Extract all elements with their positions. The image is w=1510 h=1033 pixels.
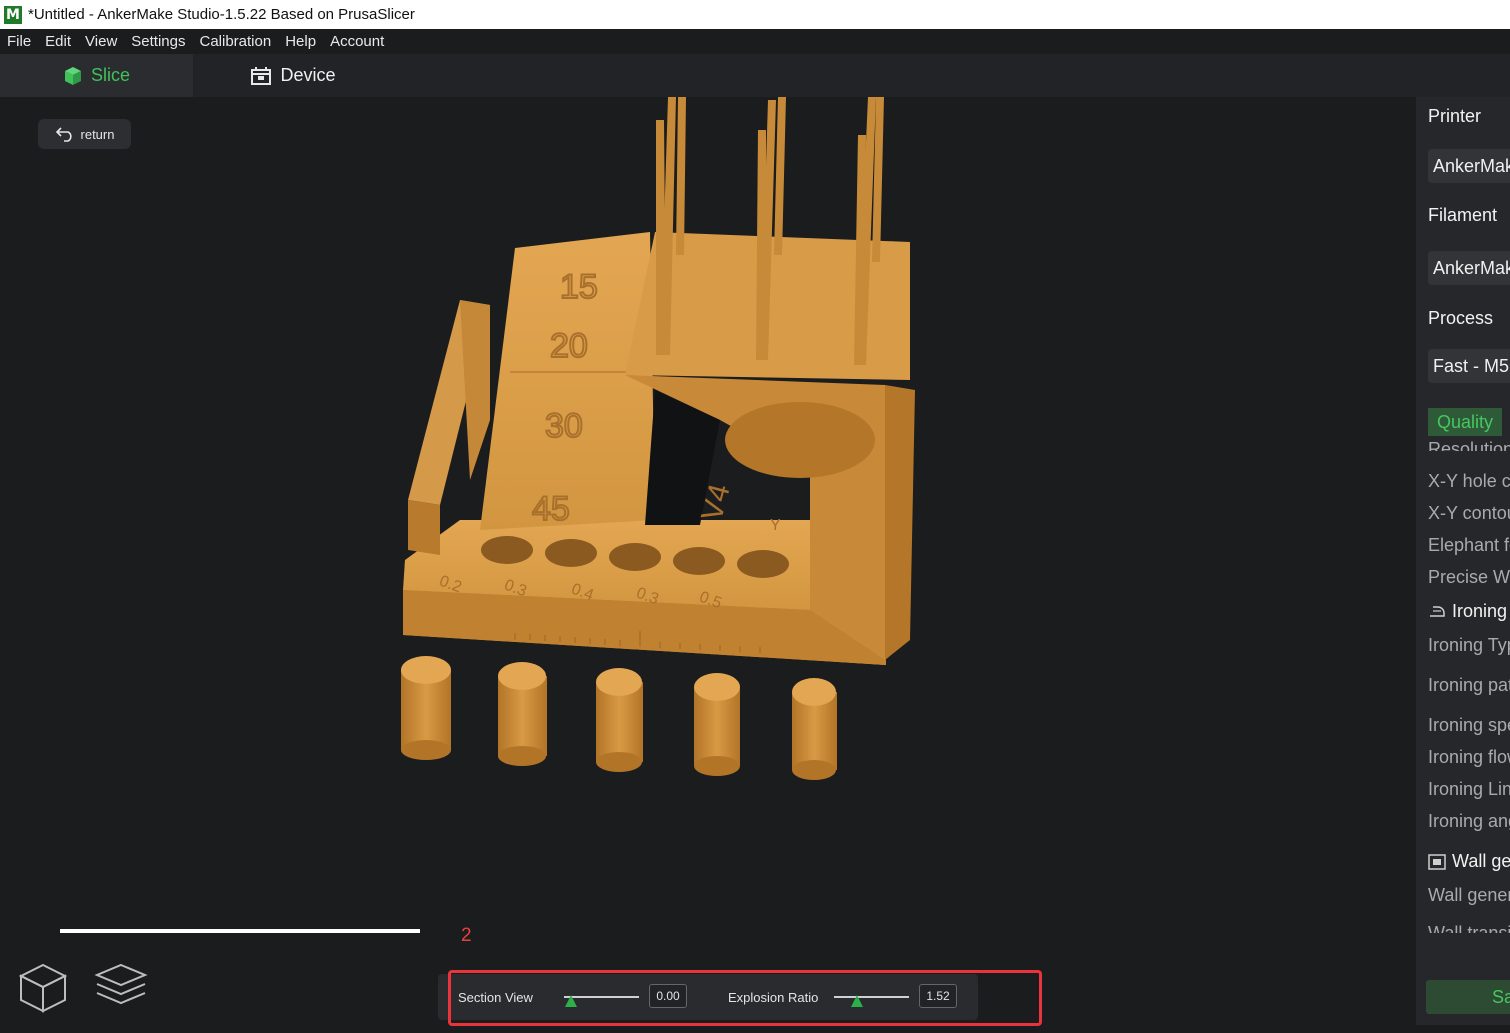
filament-heading: Filament xyxy=(1428,205,1498,225)
3d-viewport[interactable]: return 15 20 30 45 V4 Y 0.2 0.3 0.4 0.3 … xyxy=(0,97,1416,1033)
setting-ironing-angle[interactable]: Ironing angle xyxy=(1428,811,1510,832)
app-logo-icon: M xyxy=(4,5,22,24)
process-select[interactable]: Fast - M5 xyxy=(1428,349,1510,383)
group-ironing: Ironing xyxy=(1428,601,1507,622)
tab-bar: Slice Device xyxy=(0,54,1510,97)
layers-view-icon[interactable] xyxy=(94,962,148,1012)
window-title: *Untitled - AnkerMake Studio-1.5.22 Base… xyxy=(28,6,415,23)
setting-ironing-type[interactable]: Ironing Type xyxy=(1428,635,1510,656)
group-ironing-label: Ironing xyxy=(1452,601,1508,621)
menu-help[interactable]: Help xyxy=(278,33,323,50)
filament-select[interactable]: AnkerMake PLA xyxy=(1428,251,1510,285)
setting-xy-contour[interactable]: X-Y contour compensation xyxy=(1428,503,1510,524)
tab-quality[interactable]: Quality xyxy=(1428,408,1502,436)
save-label: Save xyxy=(1492,986,1510,1007)
setting-xy-hole[interactable]: X-Y hole compensation xyxy=(1428,471,1510,492)
highlight-box xyxy=(448,970,1042,1026)
tab-device-label: Device xyxy=(280,65,336,85)
setting-wall-generator[interactable]: Wall generator xyxy=(1428,885,1510,906)
model-label-y: Y xyxy=(770,517,781,534)
setting-resolution[interactable]: Resolution xyxy=(1428,439,1510,451)
model-label-45: 45 xyxy=(532,490,570,528)
menu-edit[interactable]: Edit xyxy=(38,33,78,50)
3d-view-cube-icon[interactable] xyxy=(18,962,68,1014)
model-label-30: 30 xyxy=(545,407,583,445)
process-heading: Process xyxy=(1428,308,1494,328)
tab-slice[interactable]: Slice xyxy=(0,54,193,97)
tab-slice-label: Slice xyxy=(90,65,130,85)
bottom-scrollbar[interactable] xyxy=(60,929,420,933)
wall-icon xyxy=(1428,853,1446,870)
settings-sidebar: Printer AnkerMake M5 Filament AnkerMake … xyxy=(1416,97,1510,1025)
setting-ironing-line-spacing[interactable]: Ironing Line spacing xyxy=(1428,779,1510,800)
setting-ironing-speed[interactable]: Ironing speed xyxy=(1428,715,1510,736)
printer-select[interactable]: AnkerMake M5 xyxy=(1428,149,1510,183)
menu-file[interactable]: File xyxy=(0,33,38,50)
menu-settings[interactable]: Settings xyxy=(124,33,192,50)
save-button[interactable]: Save xyxy=(1426,980,1510,1014)
setting-ironing-pattern[interactable]: Ironing pattern xyxy=(1428,675,1510,696)
group-wall-generator: Wall generator xyxy=(1428,851,1510,872)
setting-elephant-foot[interactable]: Elephant foot compensation xyxy=(1428,535,1510,556)
menu-account[interactable]: Account xyxy=(323,33,391,50)
printer-heading: Printer xyxy=(1428,106,1482,126)
menu-view[interactable]: View xyxy=(78,33,124,50)
printer-icon xyxy=(251,66,272,85)
group-wall-generator-label: Wall generator xyxy=(1452,851,1510,871)
iron-icon xyxy=(1430,605,1445,617)
model-label-20: 20 xyxy=(550,327,588,365)
calibration-model[interactable]: 15 20 30 45 V4 Y 0.2 0.3 0.4 0.3 0.5 xyxy=(0,97,1416,1033)
annotation-number: 2 xyxy=(461,925,472,946)
setting-ironing-flow[interactable]: Ironing flow xyxy=(1428,747,1510,768)
menu-bar: File Edit View Settings Calibration Help… xyxy=(0,29,1510,54)
setting-precise-wall[interactable]: Precise Wall xyxy=(1428,567,1510,588)
cube-icon xyxy=(64,66,81,85)
tab-device[interactable]: Device xyxy=(193,54,393,97)
title-bar: M *Untitled - AnkerMake Studio-1.5.22 Ba… xyxy=(0,0,1510,29)
model-label-15: 15 xyxy=(560,268,598,306)
setting-wall-transition[interactable]: Wall transition xyxy=(1428,923,1510,933)
menu-calibration[interactable]: Calibration xyxy=(192,33,278,50)
